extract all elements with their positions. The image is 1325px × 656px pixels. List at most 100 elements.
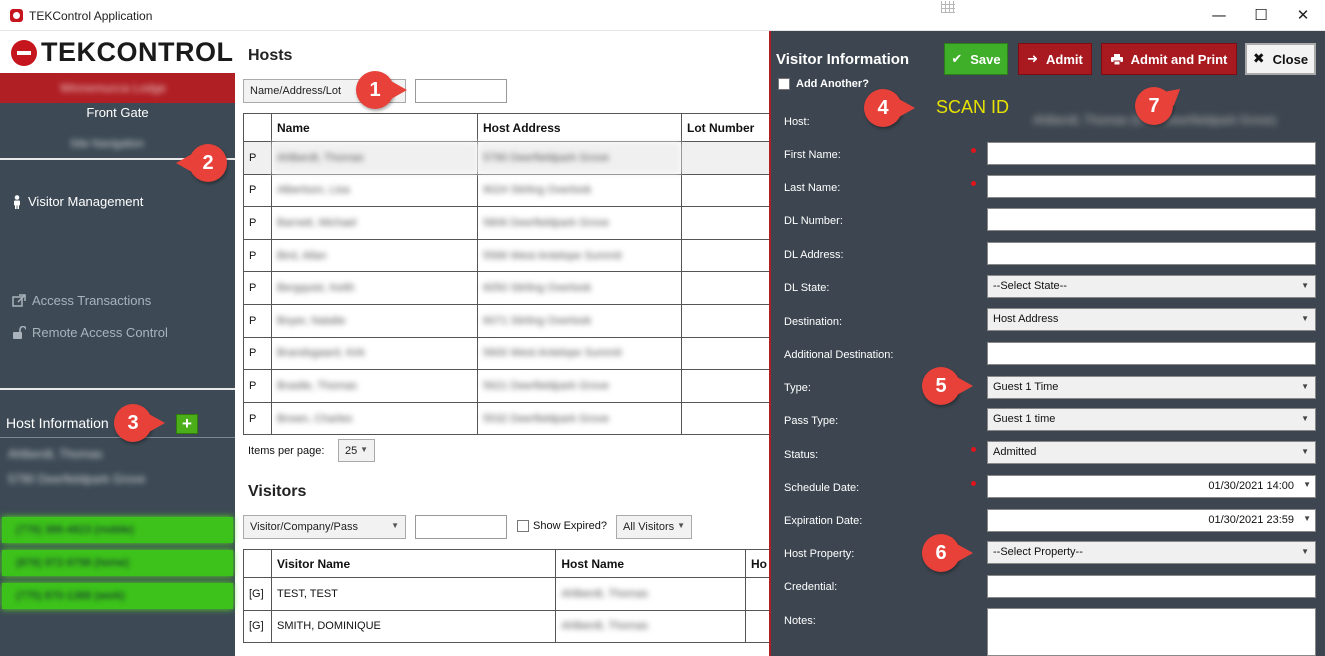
column-header[interactable]: Host Address bbox=[477, 113, 682, 142]
first-name-input[interactable] bbox=[987, 142, 1316, 165]
status-select[interactable]: Admitted ▼ bbox=[987, 441, 1316, 464]
row-type: [G] bbox=[243, 577, 272, 611]
nav-visitor-management-label: Visitor Management bbox=[28, 194, 144, 209]
lot-cell bbox=[681, 206, 773, 240]
maximize-button[interactable]: ☐ bbox=[1246, 4, 1276, 26]
type-label: Type: bbox=[784, 382, 811, 394]
lot-cell bbox=[681, 401, 773, 436]
host-information-title: Host Information bbox=[6, 415, 109, 431]
admit-and-print-button[interactable]: Admit and Print bbox=[1101, 43, 1237, 75]
logo-mark-icon bbox=[11, 40, 37, 66]
close-window-button[interactable]: ✕ bbox=[1288, 4, 1318, 26]
visitors-scope-select[interactable]: All Visitors ▼ bbox=[616, 515, 692, 539]
hosts-table: Name Host Address Lot Number P Ahlberdt, … bbox=[243, 113, 773, 436]
hosts-table-header: Name Host Address Lot Number bbox=[243, 113, 773, 142]
phone-row[interactable]: (776) 386-4823 (mobile) bbox=[2, 517, 233, 543]
column-header[interactable]: Visitor Name bbox=[270, 549, 557, 578]
close-button[interactable]: ✖ Close bbox=[1245, 43, 1316, 75]
lot-cell bbox=[681, 173, 773, 208]
host-name-cell: Ahlberdt, Thomas bbox=[555, 577, 746, 611]
column-header[interactable]: Host Name bbox=[555, 549, 746, 578]
add-another-checkbox[interactable]: Add Another? bbox=[778, 78, 869, 90]
nav-remote-access-control-label: Remote Access Control bbox=[32, 325, 168, 340]
phone-number: (775) 870-1388 (work) bbox=[16, 590, 125, 602]
table-row[interactable]: P Ahlberdt, Thomas 5790 Deerfieldpark Grov… bbox=[243, 141, 773, 175]
add-another-label: Add Another? bbox=[796, 78, 869, 90]
table-row[interactable]: P Albertson, Lisa 9024 Stirling Overlook bbox=[243, 173, 773, 208]
expiration-date-picker[interactable]: 01/30/2021 23:59 ▼ bbox=[987, 509, 1316, 532]
host-address-cell: 6050 Stirling Overlook bbox=[477, 271, 682, 305]
schedule-date-picker[interactable]: 01/30/2021 14:00 ▼ bbox=[987, 475, 1316, 498]
visitor-name-cell: TEST, TEST bbox=[270, 577, 557, 611]
destination-select[interactable]: Host Address ▼ bbox=[987, 308, 1316, 331]
row-type: P bbox=[243, 369, 272, 403]
nav-access-transactions-label: Access Transactions bbox=[32, 293, 152, 308]
last-name-label: Last Name: bbox=[784, 182, 841, 194]
column-header[interactable]: Name bbox=[271, 113, 478, 142]
sub-location[interactable]: Site Navigation bbox=[70, 138, 144, 150]
show-expired-checkbox[interactable]: Show Expired? bbox=[517, 520, 607, 533]
visitor-name-cell: SMITH, DOMINIQUE bbox=[270, 609, 557, 644]
host-address-cell: 9024 Stirling Overlook bbox=[477, 173, 682, 208]
credential-input[interactable] bbox=[987, 575, 1316, 598]
logo-text: TEKCONTROL bbox=[41, 37, 234, 67]
host-address-cell: 5806 Deerfieldpark Grove bbox=[477, 206, 682, 240]
nav-access-transactions[interactable]: Access Transactions bbox=[12, 293, 151, 308]
table-row[interactable]: P Brown, Charles 5532 Deerfieldpark Grove bbox=[243, 401, 773, 436]
last-name-input[interactable] bbox=[987, 175, 1316, 198]
nav-visitor-management[interactable]: Visitor Management bbox=[12, 194, 143, 209]
expiration-date-label: Expiration Date: bbox=[784, 515, 863, 527]
column-header[interactable]: Lot Number bbox=[681, 113, 773, 142]
phone-row[interactable]: (876) 972-9798 (home) bbox=[2, 550, 233, 576]
nav-remote-access-control[interactable]: Remote Access Control bbox=[12, 325, 168, 340]
table-row[interactable]: P Bird, Allan 5566 West Antelope Summit bbox=[243, 238, 773, 273]
callout-5: 5 bbox=[922, 367, 973, 405]
required-indicator bbox=[971, 481, 976, 486]
table-row[interactable]: P Brandsgaard, Kirk 5600 West Antelope Sum… bbox=[243, 336, 773, 371]
notes-label: Notes: bbox=[784, 615, 816, 627]
host-name-cell: Ahlberdt, Thomas bbox=[555, 609, 746, 644]
visitors-search-input[interactable] bbox=[415, 515, 507, 539]
items-per-page-select[interactable]: 25 ▼ bbox=[338, 439, 375, 462]
table-row[interactable]: P Brastle, Thomas 5621 Deerfieldpark Grove bbox=[243, 369, 773, 403]
dl-address-input[interactable] bbox=[987, 242, 1316, 265]
pass-type-select[interactable]: Guest 1 time ▼ bbox=[987, 408, 1316, 431]
hosts-search-input[interactable] bbox=[415, 79, 507, 103]
column-header[interactable] bbox=[243, 549, 272, 578]
host-property-select[interactable]: --Select Property-- ▼ bbox=[987, 541, 1316, 564]
items-per-page-value: 25 bbox=[345, 445, 358, 457]
sidebar: TEKCONTROL Winnemucca Lodge Front Gate S… bbox=[0, 31, 235, 656]
table-row[interactable]: P Barnett, Michael 5806 Deerfieldpark Grov… bbox=[243, 206, 773, 240]
additional-destination-input[interactable] bbox=[987, 342, 1316, 365]
table-row[interactable]: P Bergquist, Keith 6050 Stirling Overlook bbox=[243, 271, 773, 305]
table-row[interactable]: [G] TEST, TEST Ahlberdt, Thomas bbox=[243, 577, 773, 611]
scan-id-link[interactable]: SCAN ID bbox=[936, 97, 1009, 118]
required-indicator bbox=[971, 447, 976, 452]
dl-number-input[interactable] bbox=[987, 208, 1316, 231]
host-address-cell: 5621 Deerfieldpark Grove bbox=[477, 369, 682, 403]
save-button[interactable]: ✔ Save bbox=[944, 43, 1008, 75]
row-type: [G] bbox=[243, 609, 272, 644]
phone-row[interactable]: (775) 870-1388 (work) bbox=[2, 583, 233, 609]
printer-icon bbox=[1110, 53, 1123, 65]
notes-textarea[interactable] bbox=[987, 608, 1316, 656]
table-row[interactable]: [G] SMITH, DOMINIQUE Ahlberdt, Thomas bbox=[243, 609, 773, 644]
dl-number-label: DL Number: bbox=[784, 215, 843, 227]
row-type: P bbox=[243, 271, 272, 305]
sidebar-divider bbox=[0, 388, 235, 390]
type-select[interactable]: Guest 1 Time ▼ bbox=[987, 376, 1316, 399]
items-per-page-label: Items per page: bbox=[248, 445, 325, 457]
first-name-label: First Name: bbox=[784, 149, 841, 161]
visitor-information-panel: Visitor Information ✔ Save ➜ Admit Admit a… bbox=[769, 31, 1325, 656]
dl-state-select[interactable]: --Select State-- ▼ bbox=[987, 275, 1316, 298]
minimize-button[interactable]: — bbox=[1204, 4, 1234, 26]
visitors-filter-select[interactable]: Visitor/Company/Pass ▼ bbox=[243, 515, 406, 539]
show-expired-label: Show Expired? bbox=[533, 520, 607, 532]
pass-type-value: Guest 1 time bbox=[993, 413, 1056, 425]
column-header[interactable] bbox=[243, 113, 272, 142]
table-row[interactable]: P Boyer, Natalie 6071 Stirling Overlook bbox=[243, 303, 773, 338]
required-indicator bbox=[971, 181, 976, 186]
add-host-button[interactable]: + bbox=[176, 414, 198, 434]
admit-button[interactable]: ➜ Admit bbox=[1018, 43, 1092, 75]
admit-print-label: Admit and Print bbox=[1130, 51, 1228, 67]
